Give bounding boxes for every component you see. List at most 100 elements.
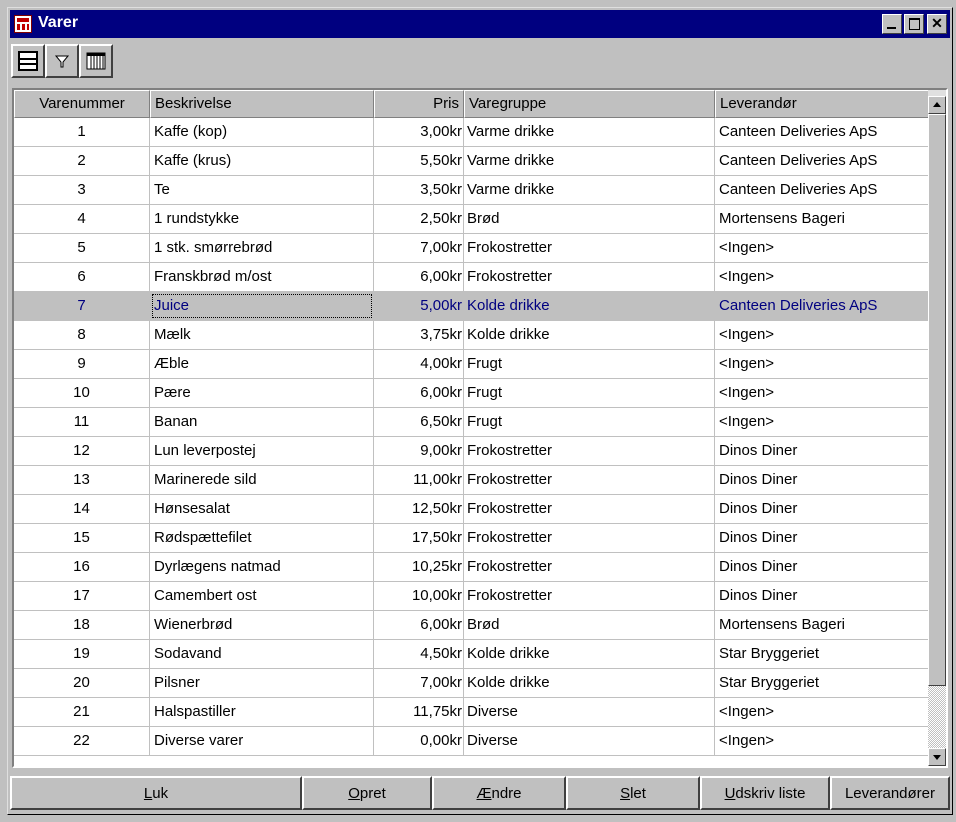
table-view-button[interactable] bbox=[79, 44, 113, 78]
cell-varenummer[interactable]: 6 bbox=[14, 263, 150, 291]
cell-varenummer[interactable]: 7 bbox=[14, 292, 150, 320]
column-header-beskrivelse[interactable]: Beskrivelse bbox=[150, 90, 374, 118]
cell-varegruppe[interactable]: Varme drikke bbox=[464, 147, 715, 175]
cell-leverandor[interactable]: <Ingen> bbox=[715, 263, 930, 291]
cell-varegruppe[interactable]: Frokostretter bbox=[464, 234, 715, 262]
table-row[interactable]: 1 Kaffe (kop) 3,00kr Varme drikke Canteen De… bbox=[14, 118, 930, 147]
cell-beskrivelse[interactable]: Pilsner bbox=[150, 669, 374, 697]
cell-beskrivelse[interactable]: Kaffe (kop) bbox=[150, 118, 374, 146]
cell-varenummer[interactable]: 12 bbox=[14, 437, 150, 465]
cell-pris[interactable]: 10,00kr bbox=[374, 582, 464, 610]
cell-leverandor[interactable]: Canteen Deliveries ApS bbox=[715, 292, 930, 320]
table-row[interactable]: 2 Kaffe (krus) 5,50kr Varme drikke Canteen D… bbox=[14, 147, 930, 176]
cell-varegruppe[interactable]: Frokostretter bbox=[464, 437, 715, 465]
cell-varegruppe[interactable]: Kolde drikke bbox=[464, 669, 715, 697]
scroll-down-button[interactable] bbox=[928, 748, 946, 766]
table-row[interactable]: 41 rundstykke 2,50kr Brød Mortensens Bageri bbox=[14, 205, 930, 234]
cell-leverandor[interactable]: <Ingen> bbox=[715, 350, 930, 378]
cell-leverandor[interactable]: Canteen Deliveries ApS bbox=[715, 176, 930, 204]
cell-leverandor[interactable]: <Ingen> bbox=[715, 321, 930, 349]
cell-varegruppe[interactable]: Frokostretter bbox=[464, 466, 715, 494]
cell-varegruppe[interactable]: Kolde drikke bbox=[464, 640, 715, 668]
cell-varegruppe[interactable]: Varme drikke bbox=[464, 118, 715, 146]
cell-beskrivelse[interactable]: Halspastiller bbox=[150, 698, 374, 726]
table-row[interactable]: 10 Pære 6,00kr Frugt <Ingen> bbox=[14, 379, 930, 408]
cell-varenummer[interactable]: 21 bbox=[14, 698, 150, 726]
table-row[interactable]: 12 Lun leverpostej 9,00kr Frokostretter Dino… bbox=[14, 437, 930, 466]
cell-pris[interactable]: 2,50kr bbox=[374, 205, 464, 233]
cell-varegruppe[interactable]: Varme drikke bbox=[464, 176, 715, 204]
scroll-track[interactable] bbox=[928, 686, 946, 748]
cell-leverandor[interactable]: Mortensens Bageri bbox=[715, 611, 930, 639]
cell-pris[interactable]: 9,00kr bbox=[374, 437, 464, 465]
cell-varegruppe[interactable]: Frokostretter bbox=[464, 495, 715, 523]
cell-pris[interactable]: 7,00kr bbox=[374, 234, 464, 262]
cell-varenummer[interactable]: 15 bbox=[14, 524, 150, 552]
cell-varegruppe[interactable]: Frokostretter bbox=[464, 553, 715, 581]
cell-varenummer[interactable]: 8 bbox=[14, 321, 150, 349]
vertical-scrollbar[interactable] bbox=[928, 90, 946, 766]
table-row[interactable]: 6 Franskbrød m/ost 6,00kr Frokostretter <Ing… bbox=[14, 263, 930, 292]
cell-varegruppe[interactable]: Diverse bbox=[464, 698, 715, 726]
cell-varenummer[interactable]: 18 bbox=[14, 611, 150, 639]
cell-beskrivelse[interactable]: Lun leverpostej bbox=[150, 437, 374, 465]
cell-leverandor[interactable]: <Ingen> bbox=[715, 727, 930, 755]
cell-pris[interactable]: 17,50kr bbox=[374, 524, 464, 552]
maximize-button[interactable] bbox=[904, 14, 924, 34]
cell-varegruppe[interactable]: Brød bbox=[464, 205, 715, 233]
close-button[interactable]: Luk bbox=[10, 776, 302, 810]
cell-varegruppe[interactable]: Frugt bbox=[464, 379, 715, 407]
cell-leverandor[interactable]: Dinos Diner bbox=[715, 437, 930, 465]
cell-pris[interactable]: 10,25kr bbox=[374, 553, 464, 581]
cell-beskrivelse[interactable]: Diverse varer bbox=[150, 727, 374, 755]
cell-pris[interactable]: 6,50kr bbox=[374, 408, 464, 436]
print-list-button[interactable]: Udskriv liste bbox=[700, 776, 830, 810]
table-row[interactable]: 51 stk. smørrebrød 7,00kr Frokostretter <In… bbox=[14, 234, 930, 263]
cell-pris[interactable]: 7,00kr bbox=[374, 669, 464, 697]
cell-varenummer[interactable]: 10 bbox=[14, 379, 150, 407]
close-window-button[interactable]: ✕ bbox=[927, 14, 947, 34]
items-grid[interactable]: Varenummer Beskrivelse Pris Varegruppe L… bbox=[12, 88, 948, 768]
column-header-pris[interactable]: Pris bbox=[374, 90, 464, 118]
table-row[interactable]: 19 Sodavand 4,50kr Kolde drikke Star Brygger… bbox=[14, 640, 930, 669]
cell-beskrivelse[interactable]: Rødspættefilet bbox=[150, 524, 374, 552]
cell-varenummer[interactable]: 4 bbox=[14, 205, 150, 233]
cell-varenummer[interactable]: 13 bbox=[14, 466, 150, 494]
cell-varegruppe[interactable]: Frokostretter bbox=[464, 582, 715, 610]
cell-varenummer[interactable]: 11 bbox=[14, 408, 150, 436]
cell-pris[interactable]: 12,50kr bbox=[374, 495, 464, 523]
cell-leverandor[interactable]: <Ingen> bbox=[715, 379, 930, 407]
cell-pris[interactable]: 5,50kr bbox=[374, 147, 464, 175]
cell-varegruppe[interactable]: Frugt bbox=[464, 408, 715, 436]
cell-pris[interactable]: 3,50kr bbox=[374, 176, 464, 204]
cell-leverandor[interactable]: Dinos Diner bbox=[715, 524, 930, 552]
cell-varenummer[interactable]: 20 bbox=[14, 669, 150, 697]
table-row[interactable]: 9 Æble 4,00kr Frugt <Ingen> bbox=[14, 350, 930, 379]
cell-pris[interactable]: 3,75kr bbox=[374, 321, 464, 349]
cell-leverandor[interactable]: Star Bryggeriet bbox=[715, 640, 930, 668]
cell-varenummer[interactable]: 22 bbox=[14, 727, 150, 755]
scroll-up-button[interactable] bbox=[928, 96, 946, 114]
table-row-selected[interactable]: 7 Juice 5,00kr Kolde drikke Canteen Deliveri… bbox=[14, 292, 930, 321]
form-view-button[interactable] bbox=[11, 44, 45, 78]
cell-beskrivelse[interactable]: Camembert ost bbox=[150, 582, 374, 610]
delete-button[interactable]: Slet bbox=[566, 776, 700, 810]
cell-pris[interactable]: 6,00kr bbox=[374, 611, 464, 639]
column-header-varenummer[interactable]: Varenummer bbox=[14, 90, 150, 118]
cell-leverandor[interactable]: <Ingen> bbox=[715, 408, 930, 436]
cell-pris[interactable]: 4,50kr bbox=[374, 640, 464, 668]
cell-pris[interactable]: 6,00kr bbox=[374, 379, 464, 407]
cell-varenummer[interactable]: 3 bbox=[14, 176, 150, 204]
cell-beskrivelse[interactable]: Wienerbrød bbox=[150, 611, 374, 639]
cell-leverandor[interactable]: <Ingen> bbox=[715, 234, 930, 262]
table-row[interactable]: 15 Rødspættefilet 17,50kr Frokostretter Dino… bbox=[14, 524, 930, 553]
filter-button[interactable] bbox=[45, 44, 79, 78]
table-row[interactable]: 14 Hønsesalat 12,50kr Frokostretter Dinos Di… bbox=[14, 495, 930, 524]
cell-beskrivelse[interactable]: Sodavand bbox=[150, 640, 374, 668]
cell-varenummer[interactable]: 9 bbox=[14, 350, 150, 378]
scroll-thumb[interactable] bbox=[928, 114, 946, 686]
cell-leverandor[interactable]: Dinos Diner bbox=[715, 553, 930, 581]
cell-varegruppe[interactable]: Frugt bbox=[464, 350, 715, 378]
cell-varegruppe[interactable]: Frokostretter bbox=[464, 524, 715, 552]
cell-leverandor[interactable]: Star Bryggeriet bbox=[715, 669, 930, 697]
